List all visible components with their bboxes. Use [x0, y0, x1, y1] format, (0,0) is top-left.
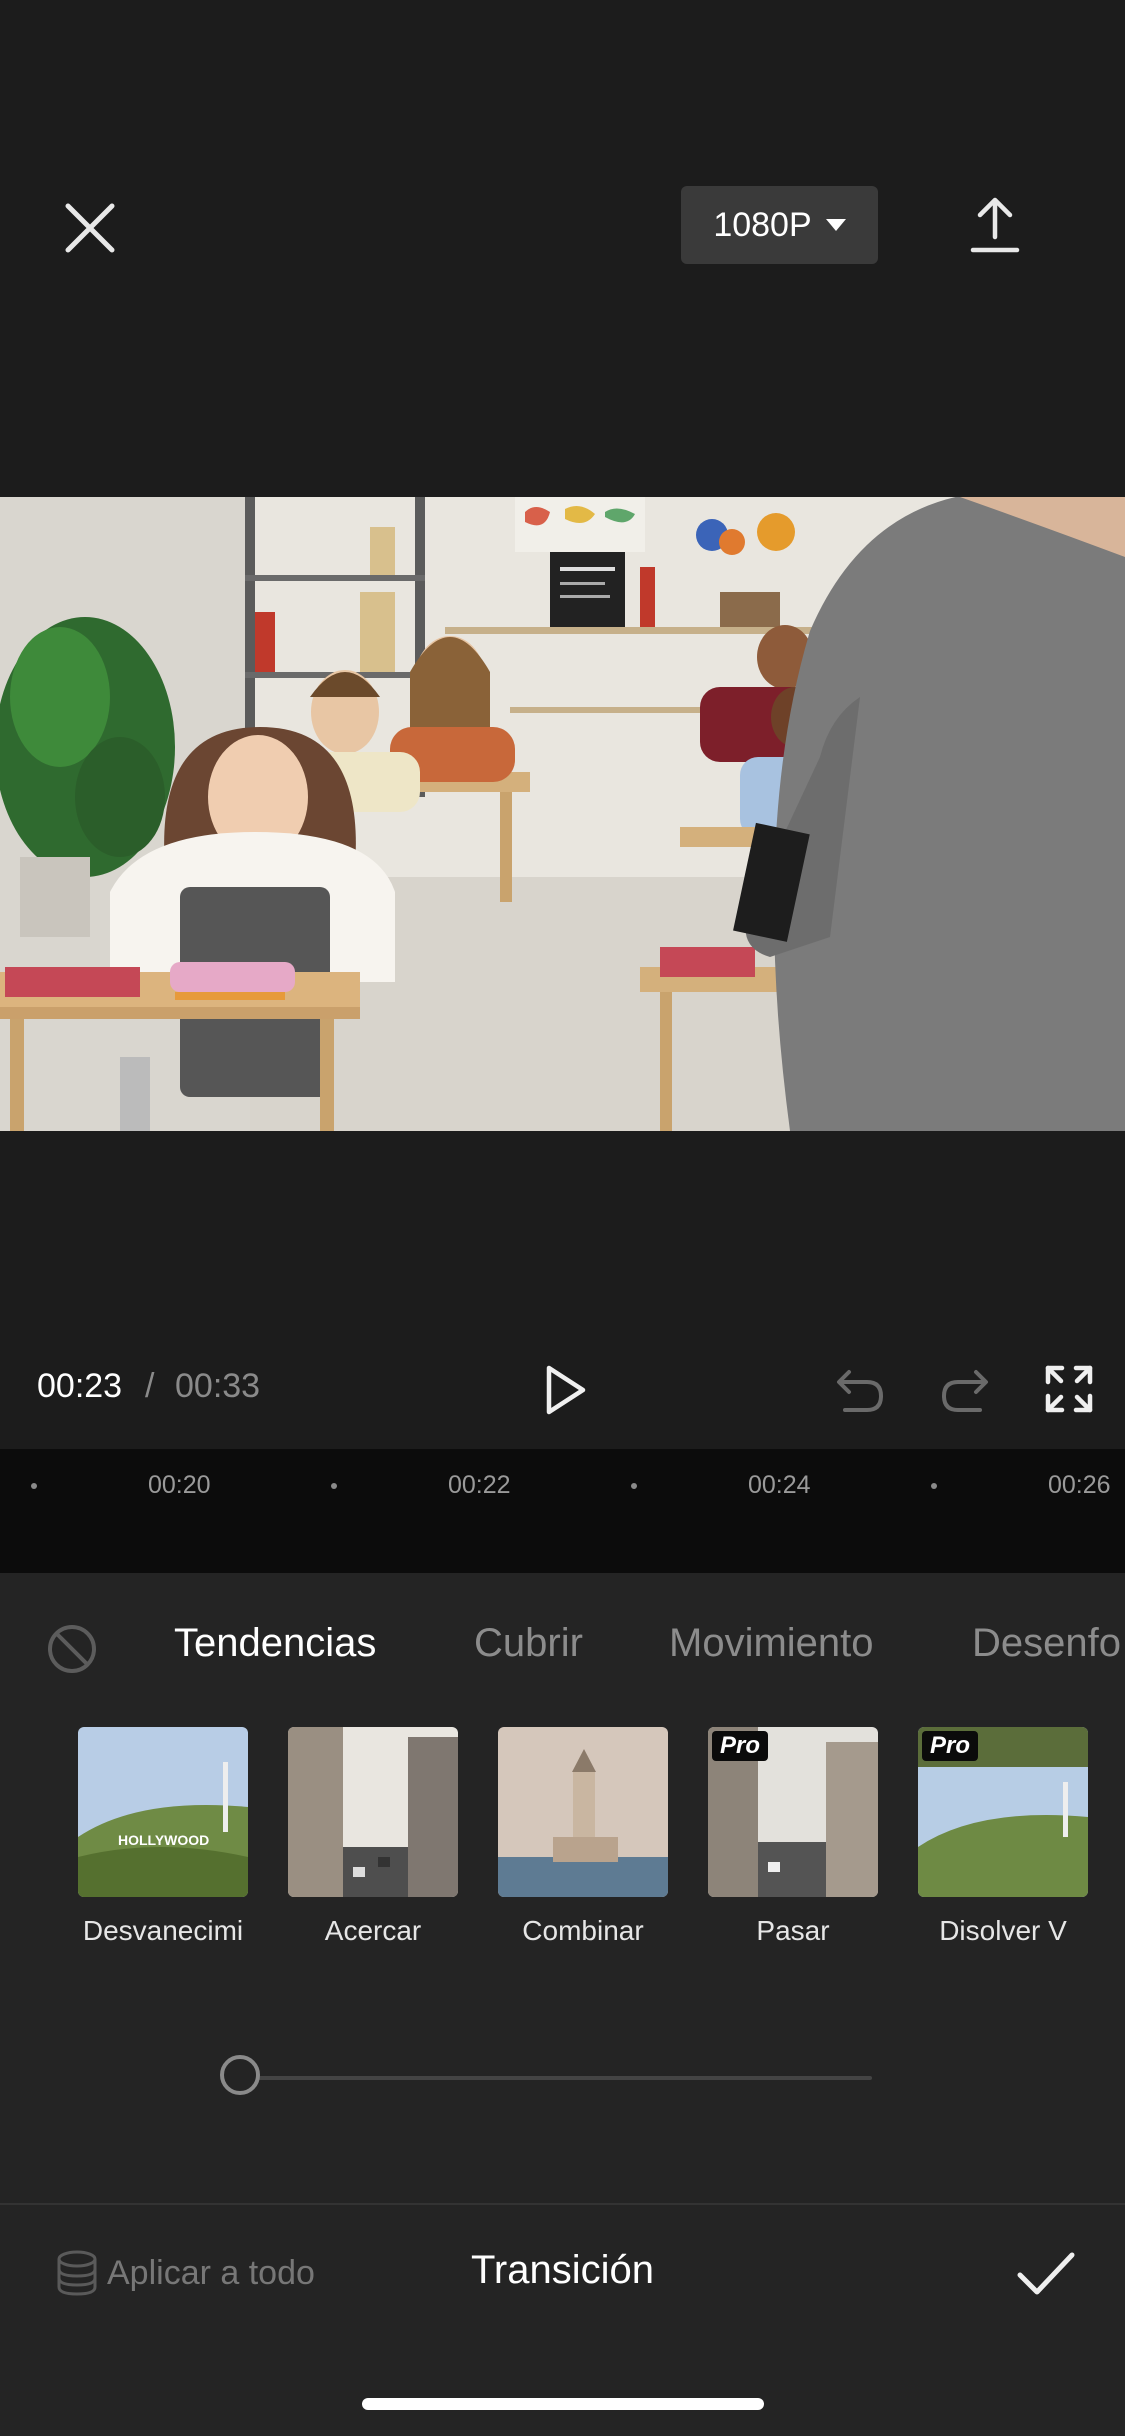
resolution-dropdown[interactable]: 1080P: [681, 186, 878, 264]
prohibited-icon: [48, 1625, 96, 1673]
divider: [0, 2203, 1125, 2205]
play-icon: [546, 1365, 586, 1415]
undo-icon: [837, 1370, 884, 1412]
duration-slider-handle[interactable]: [220, 2055, 260, 2095]
transition-thumbnail: Pro: [918, 1727, 1088, 1897]
transition-item-combinar[interactable]: Combinar: [498, 1727, 668, 1947]
transition-item-disolver[interactable]: Pro Disolver V: [918, 1727, 1088, 1947]
pro-badge: Pro: [712, 1731, 769, 1761]
fullscreen-icon: [1045, 1365, 1093, 1413]
transition-item-pasar[interactable]: Pro Pasar: [708, 1727, 878, 1947]
tick-dot: [31, 1483, 37, 1489]
current-time: 00:23: [37, 1367, 123, 1405]
tab-tendencias[interactable]: Tendencias: [174, 1621, 376, 1666]
category-tabs: Tendencias Cubrir Movimiento Desenfo: [0, 1573, 1125, 1713]
transition-label: Acercar: [324, 1915, 422, 1946]
transition-label: Combinar: [522, 1915, 644, 1946]
redo-icon: [941, 1370, 988, 1412]
time-separator: /: [145, 1367, 155, 1405]
transition-thumbnail: HOLLYWOOD: [78, 1727, 248, 1897]
resolution-label: 1080P: [713, 205, 812, 244]
classroom-video-frame: [0, 497, 1125, 1131]
checkmark-icon: [1017, 2252, 1075, 2295]
play-button[interactable]: [535, 1360, 595, 1420]
undo-button[interactable]: [835, 1362, 885, 1416]
tab-cubrir[interactable]: Cubrir: [474, 1621, 583, 1666]
home-indicator: [362, 2398, 764, 2410]
transition-item-desvanecimiento[interactable]: HOLLYWOOD Desvanecimi: [78, 1727, 248, 1947]
fullscreen-button[interactable]: [1044, 1364, 1094, 1414]
transition-panel: Tendencias Cubrir Movimiento Desenfo HOL…: [0, 1573, 1125, 2436]
transition-thumbnail: [288, 1727, 458, 1897]
close-button[interactable]: [50, 188, 130, 268]
no-transition-button[interactable]: [46, 1623, 98, 1675]
close-icon: [65, 203, 115, 253]
duration-slider-track[interactable]: [240, 2076, 872, 2080]
tick-dot: [631, 1483, 637, 1489]
video-preview[interactable]: [0, 497, 1125, 1131]
upload-icon: [970, 197, 1020, 253]
pro-badge: Pro: [922, 1731, 979, 1761]
tab-desenfoque[interactable]: Desenfo: [972, 1621, 1121, 1666]
transition-label: Desvanecimi: [82, 1915, 244, 1946]
transition-thumbnail: Pro: [708, 1727, 878, 1897]
export-button[interactable]: [955, 185, 1035, 265]
tick-dot: [931, 1483, 937, 1489]
transition-item-acercar[interactable]: Acercar: [288, 1727, 458, 1947]
total-time: 00:33: [175, 1367, 261, 1405]
confirm-button[interactable]: [1015, 2243, 1077, 2305]
caret-down-icon: [825, 219, 846, 231]
tick-label: 00:22: [448, 1471, 511, 1499]
timeline-ruler[interactable]: 00:20 00:22 00:24 00:26: [0, 1449, 1125, 1573]
tick-label: 00:24: [748, 1471, 811, 1499]
transition-label: Disolver V: [939, 1915, 1067, 1946]
tick-dot: [331, 1483, 337, 1489]
tab-movimiento[interactable]: Movimiento: [669, 1621, 874, 1666]
tick-label: 00:20: [148, 1471, 211, 1499]
svg-text:HOLLYWOOD: HOLLYWOOD: [118, 1832, 209, 1848]
transition-label: Pasar: [756, 1915, 830, 1946]
tick-label: 00:26: [1048, 1471, 1111, 1499]
panel-title: Transición: [470, 2248, 655, 2292]
redo-button[interactable]: [940, 1362, 990, 1416]
transition-thumbnail: [498, 1727, 668, 1897]
